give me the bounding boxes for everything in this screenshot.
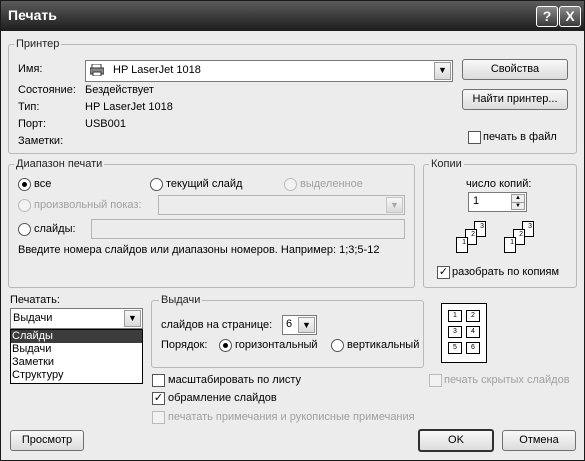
print-to-file-checkbox[interactable] — [468, 131, 481, 144]
collate-icon: 3 2 1 — [456, 221, 496, 257]
frame-slides-checkbox[interactable]: ✓ — [152, 392, 165, 405]
slides-input[interactable] — [91, 219, 405, 239]
order-label: Порядок: — [161, 339, 208, 351]
handout-cell: 5 — [448, 342, 462, 354]
print-hidden-checkbox[interactable] — [429, 374, 442, 387]
list-item[interactable]: Структуру — [11, 369, 142, 382]
status-value: Бездействует — [85, 84, 154, 96]
copies-label: Копии — [429, 158, 464, 170]
print-what-label: Печатать: — [10, 294, 60, 306]
print-comments-checkbox[interactable] — [152, 411, 165, 424]
print-comments-label: печатать примечания и рукописные примеча… — [168, 411, 415, 423]
chevron-down-icon[interactable]: ▼ — [298, 317, 315, 333]
list-item[interactable]: Заметки — [11, 356, 142, 369]
copies-count-value: 1 — [473, 195, 480, 207]
collate-page: 1 — [504, 237, 516, 253]
chevron-down-icon[interactable]: ▼ — [124, 310, 141, 327]
order-horizontal-label: горизонтальный — [235, 339, 318, 351]
help-button[interactable]: ? — [536, 6, 558, 27]
cancel-button[interactable]: Отмена — [502, 430, 576, 451]
range-slides-radio[interactable] — [18, 223, 31, 236]
port-label: Порт: — [18, 118, 46, 130]
per-page-value: 6 — [286, 318, 293, 330]
handout-cell: 1 — [448, 310, 462, 322]
handout-cell: 2 — [466, 310, 480, 322]
print-to-file-label: печать в файл — [483, 131, 557, 143]
find-printer-button[interactable]: Найти принтер... — [462, 89, 568, 110]
order-vertical-radio[interactable] — [331, 339, 344, 352]
scale-to-fit-checkbox[interactable] — [152, 374, 165, 387]
print-what-select[interactable]: Выдачи ▼ — [10, 308, 143, 329]
printer-group-label: Принтер — [14, 38, 62, 50]
handout-cell: 3 — [448, 326, 462, 338]
range-slides-label: слайды: — [34, 223, 76, 235]
custom-show-select[interactable]: ▼ — [158, 195, 405, 215]
list-item[interactable]: Выдачи — [11, 343, 142, 356]
copies-count-input[interactable]: 1 ▲ ▼ — [468, 192, 527, 212]
port-value: USB001 — [85, 118, 126, 130]
order-vertical-label: вертикальный — [347, 339, 420, 351]
print-what-value: Выдачи — [13, 312, 53, 324]
type-value: HP LaserJet 1018 — [85, 101, 173, 113]
list-item[interactable]: Слайды — [11, 330, 142, 343]
order-horizontal-radio[interactable] — [219, 339, 232, 352]
range-all-radio[interactable] — [18, 178, 31, 191]
chevron-down-icon[interactable]: ▼ — [386, 197, 403, 213]
chevron-down-icon[interactable]: ▼ — [434, 62, 451, 80]
range-all-label: все — [34, 178, 52, 190]
handout-cell: 6 — [466, 342, 480, 354]
collate-label: разобрать по копиям — [452, 266, 560, 278]
scale-to-fit-label: масштабировать по листу — [168, 374, 301, 386]
printer-name-select[interactable]: HP LaserJet 1018 ▼ — [85, 60, 453, 82]
handouts-label: Выдачи — [159, 294, 203, 306]
ok-button[interactable]: OK — [418, 429, 494, 452]
title-bar[interactable]: Печать ? X — [1, 1, 584, 31]
range-custom-show-radio[interactable] — [18, 199, 31, 212]
collate-page: 1 — [456, 237, 468, 253]
handout-preview: 1 2 3 4 5 6 — [441, 303, 487, 363]
range-selection-label: выделенное — [300, 178, 363, 190]
properties-button[interactable]: Свойства — [462, 59, 568, 80]
print-range-label: Диапазон печати — [14, 158, 105, 170]
close-button[interactable]: X — [559, 6, 581, 27]
preview-button[interactable]: Просмотр — [10, 430, 84, 451]
printer-name-value: HP LaserJet 1018 — [113, 64, 201, 76]
printer-name-label: Имя: — [18, 63, 43, 75]
range-hint: Введите номера слайдов или диапазоны ном… — [18, 244, 380, 256]
print-hidden-label: печать скрытых слайдов — [444, 374, 570, 386]
copies-count-label: число копий: — [466, 178, 532, 190]
spin-down-icon[interactable]: ▼ — [511, 202, 525, 210]
range-current-label: текущий слайд — [166, 178, 243, 190]
per-page-label: слайдов на странице: — [161, 319, 273, 331]
type-label: Тип: — [18, 101, 40, 113]
range-custom-show-label: произвольный показ: — [34, 199, 142, 211]
per-page-select[interactable]: 6 ▼ — [282, 315, 317, 335]
printer-icon — [89, 63, 105, 77]
notes-label: Заметки: — [18, 135, 64, 147]
collate-icon: 3 2 1 — [504, 221, 544, 257]
print-what-listbox[interactable]: Слайды Выдачи Заметки Структуру — [10, 329, 143, 384]
range-selection-radio[interactable] — [284, 178, 297, 191]
collate-checkbox[interactable]: ✓ — [437, 266, 450, 279]
handout-cell: 4 — [466, 326, 480, 338]
status-label: Состояние: — [18, 84, 76, 96]
window-title: Печать — [8, 7, 57, 23]
range-current-radio[interactable] — [150, 178, 163, 191]
frame-slides-label: обрамление слайдов — [168, 392, 277, 404]
print-dialog: Печать ? X Принтер Имя: HP LaserJet 1018… — [0, 0, 585, 461]
